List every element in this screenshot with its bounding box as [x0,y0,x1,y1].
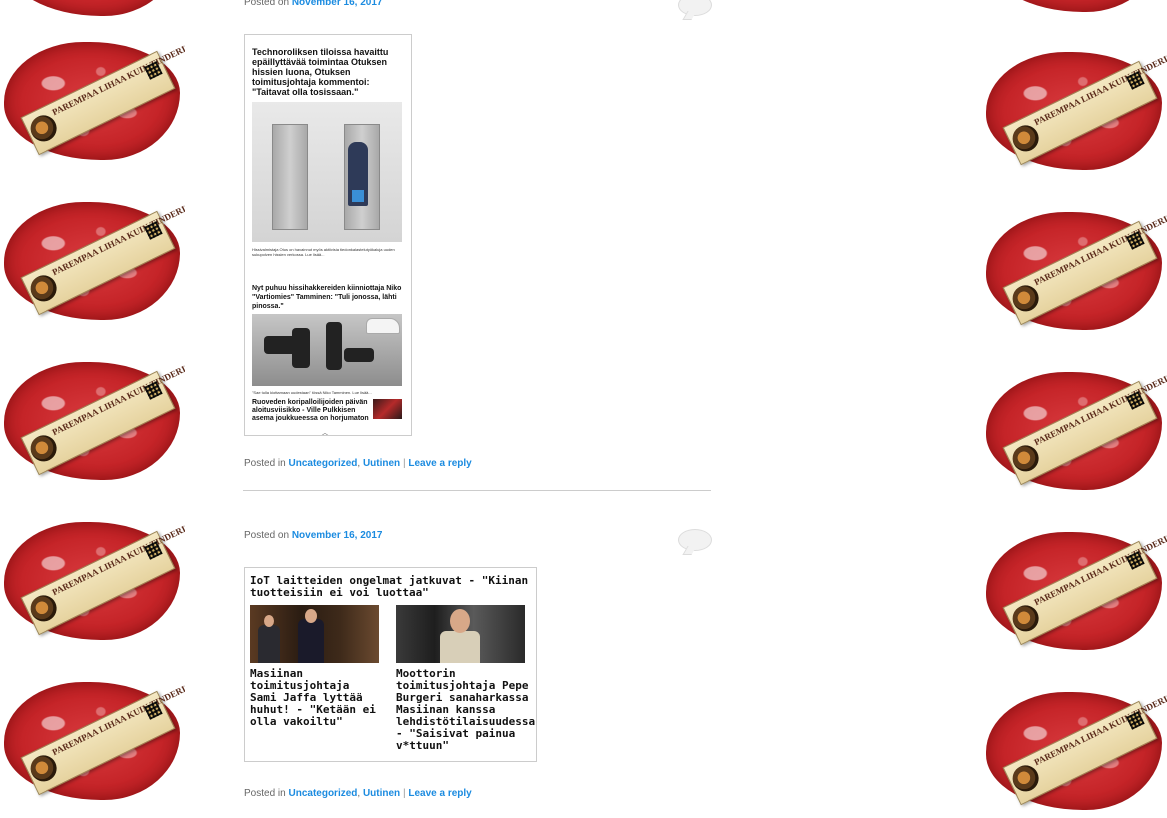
article-headline-3: Ruoveden koripalloilijoiden päivän aloit… [252,399,369,422]
posted-in-label: Posted in [244,458,286,469]
fight-photo [252,314,402,386]
article-headline-2: Nyt puhuu hissihakkereiden kiinniottaja … [252,285,402,310]
meat-ad[interactable]: PAREMPAA LIHAA KUIN TINDERISSÄ [0,36,185,164]
post-date-link[interactable]: November 16, 2017 [292,530,383,541]
meat-ad[interactable]: PAREMPAA LIHAA KUIN TINDERISSÄ [0,516,185,644]
post-footer: Posted in Uncategorized, Uutinen | Leave… [244,458,472,469]
meat-ad[interactable] [0,0,182,20]
meat-ad[interactable]: PAREMPAA LIHAA KUIN TINDERISSÄ [0,676,185,804]
category-link[interactable]: Uutinen [363,788,400,799]
meat-ad[interactable]: PAREMPAA LIHAA KUIN TINDERISSÄ [982,46,1167,174]
meat-ad[interactable]: PAREMPAA LIHAA KUIN TINDERISSÄ [982,366,1167,494]
meat-ad[interactable]: PAREMPAA LIHAA KUIN TINDERISSÄ [982,526,1167,654]
article-caption: Hissivalmistaja Otus on havainnut myös a… [252,247,395,257]
category-link[interactable]: Uutinen [363,458,400,469]
category-link[interactable]: Uncategorized [288,788,357,799]
story-photo [250,605,379,663]
post-meta: Posted on November 16, 2017 [244,530,382,541]
posted-on-label: Posted on [244,0,290,8]
right-ad-column: PAREMPAA LIHAA KUIN TINDERISSÄ PAREMPAA … [982,0,1167,818]
category-link[interactable]: Uncategorized [288,458,357,469]
leave-reply-link[interactable]: Leave a reply [408,458,471,469]
post-date-link[interactable]: November 16, 2017 [292,0,383,8]
story-photo [396,605,525,663]
post-image[interactable]: IoT laitteiden ongelmat jatkuvat - "Kiin… [244,567,537,762]
story-title: Moottorin toimitusjohtaja Pepe Burgeri s… [396,667,536,752]
meat-ad[interactable]: PAREMPAA LIHAA KUIN TINDERISSÄ [0,196,185,324]
story-title: Masiinan toimitusjohtaja Sami Jaffa lytt… [250,667,376,728]
comment-bubble-icon[interactable] [678,529,712,551]
post-divider [243,490,711,491]
post-image[interactable]: Technoroliksen tiloissa havaittu epäilly… [244,34,412,436]
chevron-up-icon: ︿ [321,428,329,436]
thumbnail [373,399,402,419]
meat-ad[interactable]: PAREMPAA LIHAA KUIN TINDERISSÄ [982,206,1167,334]
article-headline: Technoroliksen tiloissa havaittu epäilly… [252,47,389,97]
meat-ad[interactable]: PAREMPAA LIHAA KUIN TINDERISSÄ [982,686,1167,814]
post-footer: Posted in Uncategorized, Uutinen | Leave… [244,788,472,799]
leave-reply-link[interactable]: Leave a reply [408,788,471,799]
posted-on-label: Posted on [244,530,290,541]
left-ad-column: PAREMPAA LIHAA KUIN TINDERISSÄ PAREMPAA … [0,0,185,818]
meat-ad[interactable] [982,0,1164,16]
posted-in-label: Posted in [244,788,286,799]
article-headline: IoT laitteiden ongelmat jatkuvat - "Kiin… [250,574,529,599]
elevator-photo [252,102,402,242]
comment-bubble-icon[interactable] [678,0,712,16]
post-meta: Posted on November 16, 2017 [244,0,382,8]
article-caption-2: "Sae tulla kiottamaan uudestaan" tössä N… [252,390,372,395]
meat-ad[interactable]: PAREMPAA LIHAA KUIN TINDERISSÄ [0,356,185,484]
